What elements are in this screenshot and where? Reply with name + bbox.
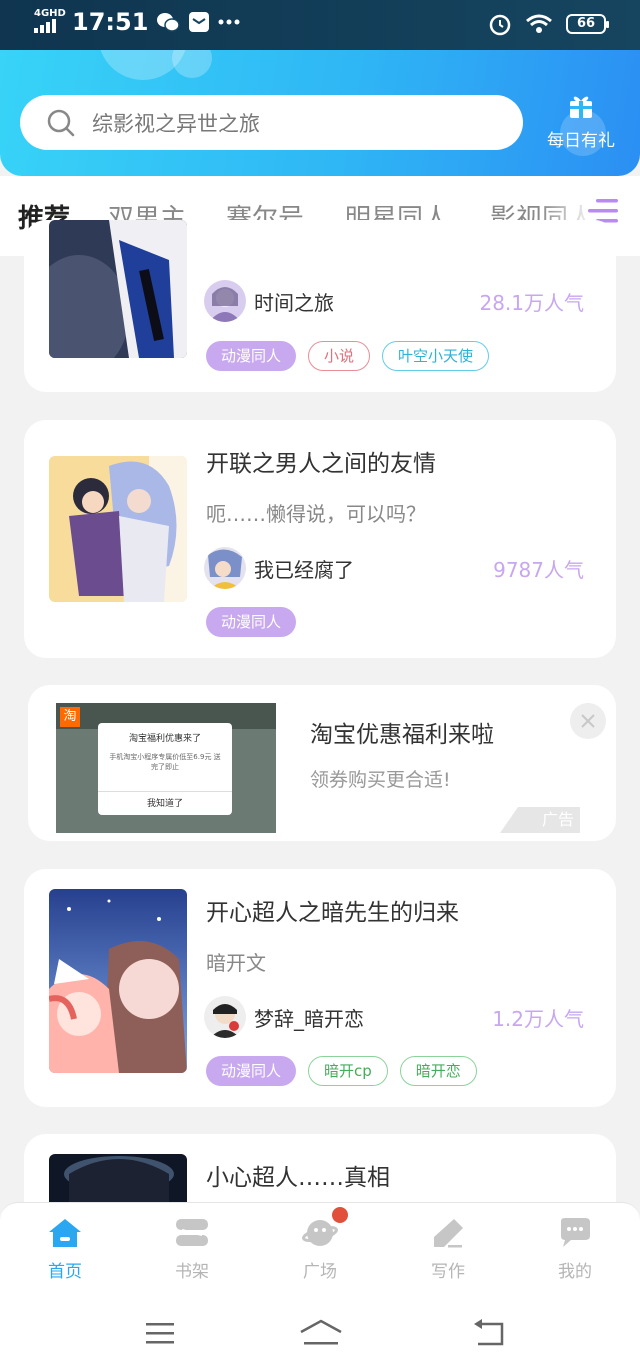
ad-card[interactable]: 淘 淘宝福利优惠来了 手机淘宝小程序专属价低至6.9元 送完了即止 我知道了 淘… [28, 685, 616, 841]
system-navigation-bar [0, 1298, 640, 1372]
story-title[interactable]: 开心超人之暗先生的归来 [206, 893, 459, 927]
story-cover[interactable] [49, 456, 187, 602]
close-icon [581, 714, 595, 728]
ad-title[interactable]: 淘宝优惠福利来啦 [310, 715, 494, 749]
popularity: 28.1万人气 [479, 290, 584, 315]
signal-icon [34, 18, 56, 33]
ad-close-button[interactable] [570, 703, 606, 739]
network-indicator: 4GHD [34, 7, 66, 36]
ad-popup-title: 淘宝福利优惠来了 [128, 734, 201, 744]
pen-icon [434, 1219, 463, 1248]
wifi-icon [526, 14, 552, 33]
story-cover[interactable] [49, 889, 187, 1073]
search-icon [47, 109, 75, 136]
nav-label: 广场 [303, 1262, 337, 1282]
wechat-icon [157, 13, 181, 32]
cover-image [49, 889, 187, 1073]
notification-dot [332, 1207, 348, 1223]
battery-indicator: 66 [566, 14, 609, 34]
author-avatar[interactable] [204, 547, 246, 589]
nav-label: 首页 [48, 1262, 82, 1282]
ad-popup-button: 我知道了 [98, 791, 232, 815]
tag[interactable]: 暗开恋 [399, 1056, 477, 1086]
gift-icon [570, 96, 592, 118]
ad-subtitle: 领券购买更合适! [310, 769, 451, 791]
author-row: 梦辞_暗开恋 1.2万人气 [204, 995, 584, 1039]
chat-bubble-icon [561, 1218, 590, 1247]
story-title[interactable]: 小心超人……真相 [206, 1158, 390, 1192]
ad-popup-text: 手机淘宝小程序专属价低至6.9元 送完了即止 [109, 753, 221, 771]
story-cover[interactable] [49, 220, 187, 358]
author-name[interactable]: 我已经腐了 [254, 554, 354, 583]
tag[interactable]: 暗开cp [308, 1056, 388, 1086]
ad-popup: 淘宝福利优惠来了 手机淘宝小程序专属价低至6.9元 送完了即止 我知道了 [98, 723, 232, 815]
popularity: 9787人气 [493, 557, 584, 582]
gift-label: 每日有礼 [547, 131, 615, 151]
author-avatar[interactable] [204, 996, 246, 1038]
tag[interactable]: 小说 [308, 341, 371, 371]
home-button-icon[interactable] [298, 1318, 344, 1348]
more-dots-icon [218, 19, 240, 25]
nav-plaza[interactable]: 广场 [270, 1207, 370, 1282]
network-type: 4GHD [34, 7, 66, 19]
alarm-icon [489, 14, 511, 36]
ad-image[interactable]: 淘 淘宝福利优惠来了 手机淘宝小程序专属价低至6.9元 送完了即止 我知道了 [56, 703, 276, 833]
tag[interactable]: 动漫同人 [206, 607, 297, 637]
author-row: 我已经腐了 9787人气 [204, 546, 584, 590]
tag[interactable]: 动漫同人 [206, 341, 297, 371]
nav-label: 我的 [558, 1262, 592, 1282]
clock: 17:51 [72, 8, 149, 36]
taobao-logo-icon: 淘 [60, 707, 80, 727]
daily-gift-button[interactable]: 每日有礼 [541, 92, 621, 151]
recent-apps-icon[interactable] [144, 1318, 176, 1348]
tag-list: 动漫同人 小说 叶空小天使 [206, 341, 490, 371]
nav-label: 书架 [175, 1262, 209, 1282]
ad-badge: 广告 [500, 807, 580, 833]
back-icon[interactable] [472, 1318, 506, 1348]
author-name[interactable]: 梦辞_暗开恋 [254, 1003, 364, 1032]
ad-badge-label: 广告 [541, 810, 574, 829]
author-name[interactable]: 时间之旅 [254, 287, 334, 316]
nav-profile[interactable]: 我的 [525, 1217, 625, 1282]
home-icon [49, 1219, 81, 1247]
bottom-navigation: 首页 书架 广场 写作 我的 [0, 1202, 640, 1298]
tag[interactable]: 动漫同人 [206, 1056, 297, 1086]
planet-icon [302, 1220, 338, 1246]
story-card[interactable]: 开心超人之暗先生的归来 暗开文 梦辞_暗开恋 1.2万人气 动漫同人 暗开cp … [24, 869, 616, 1107]
popularity: 1.2万人气 [492, 1006, 584, 1031]
tag-list: 动漫同人 [206, 607, 297, 637]
cover-image [49, 456, 187, 602]
cover-image [49, 220, 187, 358]
story-description: 呃……懒得说，可以吗？ [206, 502, 426, 526]
author-row: 时间之旅 28.1万人气 [204, 279, 584, 323]
story-card[interactable]: 开联之男人之间的友情 呃……懒得说，可以吗？ 我已经腐了 9787人气 动漫同人 [24, 420, 616, 658]
bookshelf-icon [176, 1219, 208, 1246]
tag[interactable]: 叶空小天使 [382, 341, 490, 371]
nav-label: 写作 [431, 1262, 465, 1282]
story-card[interactable]: 时间之旅 28.1万人气 动漫同人 小说 叶空小天使 [24, 220, 616, 392]
author-avatar[interactable] [204, 280, 246, 322]
nav-home[interactable]: 首页 [15, 1217, 115, 1282]
tag-list: 动漫同人 暗开cp 暗开恋 [206, 1056, 477, 1086]
nav-bookshelf[interactable]: 书架 [142, 1217, 242, 1282]
search-placeholder: 综影视之异世之旅 [92, 111, 260, 136]
message-icon [189, 12, 210, 32]
story-description: 暗开文 [206, 951, 266, 975]
search-bar[interactable]: 综影视之异世之旅 [20, 95, 523, 150]
nav-write[interactable]: 写作 [398, 1217, 498, 1282]
status-bar: 4GHD 17:51 66 [0, 0, 640, 50]
story-title[interactable]: 开联之男人之间的友情 [206, 444, 436, 478]
